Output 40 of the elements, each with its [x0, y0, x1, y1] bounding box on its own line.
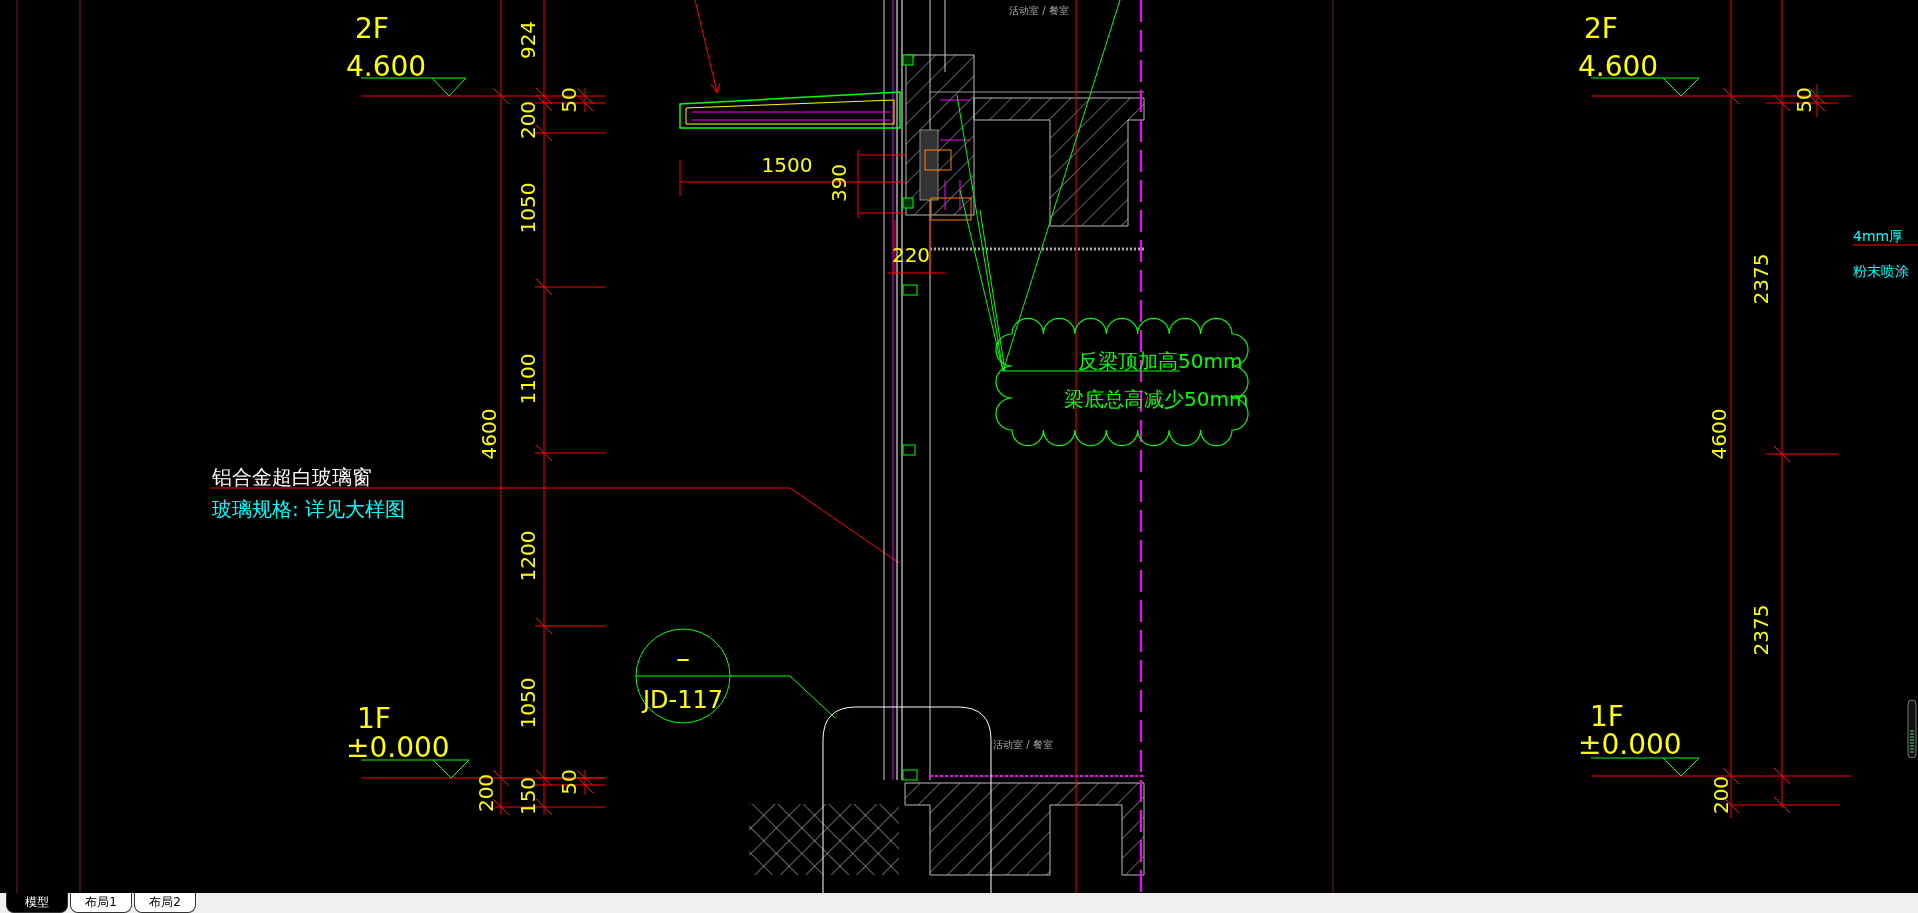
level-marker-icon [1590, 77, 1700, 97]
level-marker-icon [360, 759, 470, 779]
window-note: 铝合金超白玻璃窗 [212, 465, 372, 489]
dimension-value: 2375 [1749, 604, 1773, 656]
dimension-value: 390 [827, 163, 851, 203]
dimension-value: 4600 [1707, 408, 1731, 460]
dimension-value: 50 [1792, 87, 1816, 113]
dimension-value: 220 [891, 243, 931, 267]
dimension-value: 200 [474, 773, 498, 813]
dimension-value: 1100 [516, 353, 540, 405]
dimension-value: 1200 [516, 530, 540, 582]
layout-tab[interactable]: 模型 [6, 893, 68, 913]
detail-reference: JD-117 [643, 686, 723, 714]
material-note: 4mm厚 [1853, 228, 1904, 244]
dimension-value: 924 [516, 20, 540, 60]
layout-tab[interactable]: 布局2 [134, 893, 196, 913]
dimension-value: 200 [1709, 775, 1733, 815]
scroll-indicator-icon[interactable] [1907, 699, 1917, 759]
dimension-value: 200 [516, 100, 540, 140]
material-note: 粉末喷涂 [1853, 263, 1909, 279]
dimension-value: 1050 [516, 677, 540, 729]
level-marker-icon [360, 77, 467, 97]
room-label: 活动室 / 餐室 [1009, 5, 1069, 16]
floor-label: 2F [1584, 12, 1618, 45]
dimension-value: 50 [557, 87, 581, 113]
level-value: 4.600 [346, 50, 427, 83]
glass-spec-note: 玻璃规格: 详见大样图 [212, 497, 406, 521]
detail-number: – [676, 642, 690, 675]
dimension-value: 1050 [516, 182, 540, 234]
level-value: 4.600 [1578, 50, 1659, 83]
dimension-value: 4600 [477, 408, 501, 460]
floor-label: 2F [355, 12, 389, 45]
room-label: 活动室 / 餐室 [993, 739, 1053, 750]
layout-tab[interactable]: 布局1 [70, 893, 132, 913]
dimension-value: 1500 [761, 153, 813, 177]
dimension-value: 2375 [1749, 253, 1773, 305]
level-marker-icon [1590, 757, 1700, 777]
dimension-value: 50 [557, 769, 581, 795]
revision-note: 反梁顶加高50mm [1078, 349, 1243, 373]
dimension-value: 150 [516, 776, 540, 816]
